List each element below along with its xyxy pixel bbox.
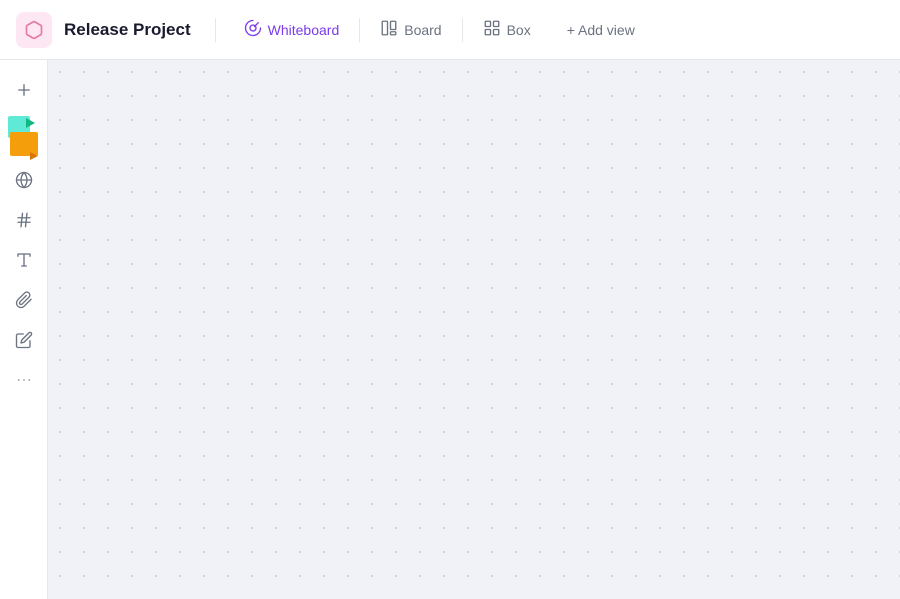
arrow-icon — [26, 118, 35, 128]
tab-divider-2 — [462, 18, 463, 42]
attachment-button[interactable] — [6, 282, 42, 318]
text-button[interactable] — [6, 242, 42, 278]
project-title: Release Project — [64, 20, 191, 40]
hashtag-button[interactable] — [6, 202, 42, 238]
project-icon — [16, 12, 52, 48]
add-view-label: + Add view — [567, 22, 635, 38]
header-divider — [215, 18, 216, 42]
tab-board[interactable]: Board — [368, 13, 453, 47]
board-icon — [380, 19, 398, 41]
globe-button[interactable] — [6, 162, 42, 198]
draw-button[interactable] — [6, 322, 42, 358]
add-button[interactable] — [6, 72, 42, 108]
tab-divider-1 — [359, 18, 360, 42]
sticky-notes-tool[interactable] — [6, 114, 42, 156]
app-header: Release Project Whiteboard — [0, 0, 900, 60]
main-layout — [0, 60, 900, 599]
box-icon — [483, 19, 501, 41]
tab-whiteboard-label: Whiteboard — [268, 22, 340, 38]
tab-whiteboard[interactable]: Whiteboard — [232, 13, 352, 47]
sticky-orange — [10, 132, 38, 156]
whiteboard-canvas[interactable] — [48, 60, 900, 599]
add-view-button[interactable]: + Add view — [555, 16, 647, 44]
nav-tabs: Whiteboard Board — [232, 13, 543, 47]
tab-box-label: Box — [507, 22, 531, 38]
tab-box[interactable]: Box — [471, 13, 543, 47]
sidebar — [0, 60, 48, 599]
whiteboard-icon — [244, 19, 262, 41]
tab-board-label: Board — [404, 22, 441, 38]
more-button[interactable] — [6, 362, 42, 398]
